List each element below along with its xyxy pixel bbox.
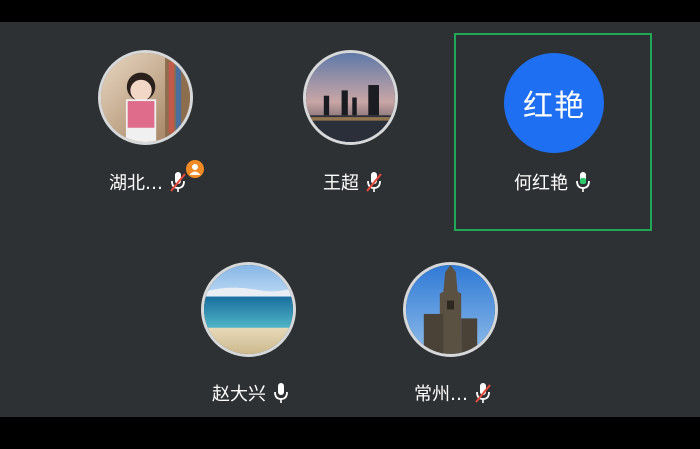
participant-name: 常州…: [414, 384, 468, 405]
participant-tile-2[interactable]: 王超: [253, 42, 453, 237]
participant-name: 湖北…: [109, 173, 163, 194]
mic-muted-icon: [475, 383, 491, 403]
participant-tile-1[interactable]: 湖北…: [48, 42, 248, 237]
avatar-photo: [101, 53, 190, 142]
participant-name: 赵大兴: [212, 384, 266, 405]
avatar: [201, 262, 296, 357]
bottom-bar: [0, 417, 700, 442]
mic-on-icon: [274, 383, 288, 403]
participant-name: 王超: [323, 173, 359, 194]
avatar-photo: [204, 265, 293, 354]
avatar: [98, 50, 193, 145]
participant-tile-3: 何红艳: [453, 42, 653, 237]
avatar-photo: [306, 53, 395, 142]
participant-name: 何红艳: [514, 173, 568, 194]
avatar-photo: [406, 265, 495, 354]
mic-muted-icon: [366, 172, 382, 192]
mic-muted-icon: [170, 172, 186, 192]
avatar: [303, 50, 398, 145]
mic-speaking-icon: [576, 172, 590, 192]
avatar: [403, 262, 498, 357]
